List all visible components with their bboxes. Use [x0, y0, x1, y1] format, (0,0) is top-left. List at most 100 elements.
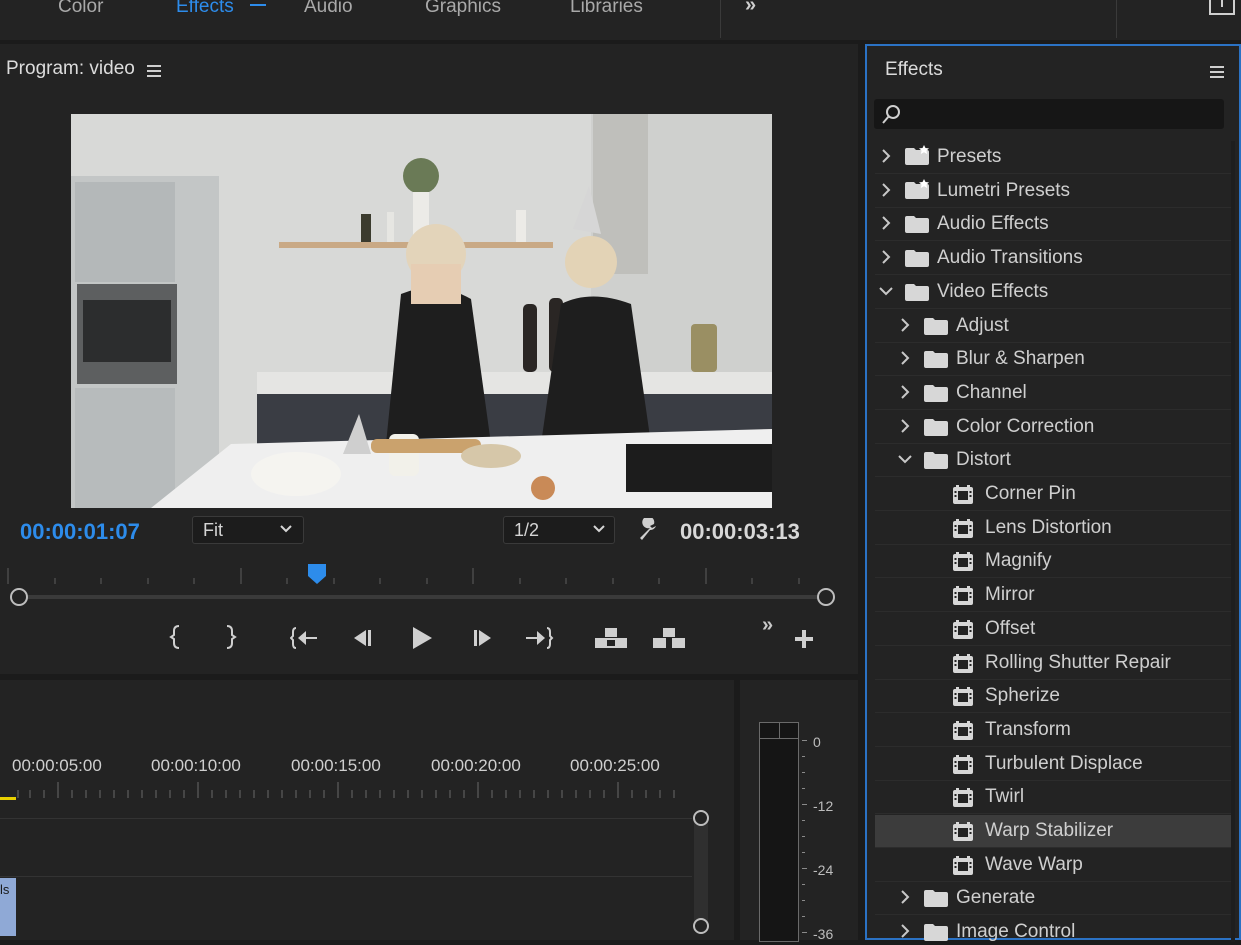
tree-item-audio-effects[interactable]: Audio Effects	[875, 208, 1231, 241]
peak-indicator-right[interactable]	[779, 723, 798, 739]
meter-label: 0	[813, 734, 821, 750]
tree-item-transform[interactable]: Transform	[875, 714, 1231, 747]
tree-item-offset[interactable]: Offset	[875, 613, 1231, 646]
chevron-right-icon[interactable]	[879, 214, 893, 232]
panel-menu-icon[interactable]	[147, 64, 161, 77]
tree-item-label: Rolling Shutter Repair	[985, 652, 1171, 673]
video-clip[interactable]: ls	[0, 878, 16, 936]
video-effect-icon	[953, 822, 973, 841]
workspace-tab-libraries[interactable]: Libraries	[570, 0, 643, 18]
video-frame[interactable]	[71, 114, 772, 508]
chevron-right-icon[interactable]	[879, 147, 893, 165]
tree-item-wave-warp[interactable]: Wave Warp	[875, 849, 1231, 882]
go-to-out-icon[interactable]	[524, 626, 554, 655]
tree-item-video-effects[interactable]: Video Effects	[875, 276, 1231, 309]
more-workspaces-icon[interactable]: »	[745, 0, 756, 17]
effects-search-field[interactable]	[874, 99, 1224, 129]
folder-icon	[905, 250, 929, 267]
workspace-tab-effects[interactable]: Effects	[176, 0, 234, 18]
workspace-tab-audio[interactable]: Audio	[304, 0, 353, 18]
tree-item-audio-transitions[interactable]: Audio Transitions	[875, 242, 1231, 275]
workspace-tab-graphics[interactable]: Graphics	[425, 0, 501, 18]
audio-meter-panel: 0 -12 -24 -36	[740, 680, 858, 942]
mark-out-icon[interactable]	[222, 624, 238, 655]
video-effect-icon	[953, 687, 973, 706]
current-time-display[interactable]: 00:00:01:07	[20, 519, 140, 545]
share-icon[interactable]	[1209, 0, 1235, 16]
tree-item-warp-stabilizer[interactable]: Warp Stabilizer	[875, 815, 1231, 848]
tree-item-presets[interactable]: Presets	[875, 141, 1231, 174]
workspace-tab-color[interactable]: Color	[58, 0, 103, 18]
track-divider	[0, 818, 692, 819]
divider	[1116, 0, 1117, 38]
meter-label: -24	[813, 862, 834, 878]
tree-item-blur-sharpen[interactable]: Blur & Sharpen	[875, 343, 1231, 376]
step-forward-icon[interactable]	[470, 628, 496, 653]
chevron-right-icon[interactable]	[879, 248, 893, 266]
tree-item-channel[interactable]: Channel	[875, 377, 1231, 410]
tree-item-spherize[interactable]: Spherize	[875, 680, 1231, 713]
video-effect-icon	[953, 519, 973, 538]
add-button-icon[interactable]	[793, 628, 815, 655]
wrench-settings-icon[interactable]	[636, 516, 660, 547]
chevron-right-icon[interactable]	[898, 383, 912, 401]
tree-item-lumetri-presets[interactable]: Lumetri Presets	[875, 175, 1231, 208]
go-to-in-icon[interactable]	[289, 626, 320, 655]
tree-item-distort[interactable]: Distort	[875, 444, 1231, 477]
chevron-right-icon[interactable]	[898, 316, 912, 334]
tree-item-label: Magnify	[985, 550, 1052, 571]
chevron-right-icon[interactable]	[898, 888, 912, 906]
tree-item-magnify[interactable]: Magnify	[875, 545, 1231, 578]
tree-item-image-control[interactable]: Image Control	[875, 916, 1231, 942]
peak-indicator-left[interactable]	[760, 723, 780, 739]
chevron-right-icon[interactable]	[879, 181, 893, 199]
video-effect-icon	[953, 788, 973, 807]
tree-item-label: Mirror	[985, 584, 1035, 605]
scroll-handle-bottom[interactable]	[693, 918, 709, 934]
panel-menu-icon[interactable]	[1210, 65, 1224, 83]
tree-item-corner-pin[interactable]: Corner Pin	[875, 478, 1231, 511]
zoom-select[interactable]: Fit	[192, 516, 304, 544]
tree-item-adjust[interactable]: Adjust	[875, 310, 1231, 343]
tree-item-label: Wave Warp	[985, 854, 1083, 875]
tree-item-color-correction[interactable]: Color Correction	[875, 411, 1231, 444]
workspace-menu-icon[interactable]	[250, 0, 266, 12]
preset-folder-icon	[905, 179, 929, 199]
folder-icon	[924, 452, 948, 469]
chevron-right-icon[interactable]	[898, 417, 912, 435]
lift-icon[interactable]	[594, 626, 628, 655]
chevron-right-icon[interactable]	[898, 922, 912, 940]
scroll-handle-top[interactable]	[693, 810, 709, 826]
timeline-ruler[interactable]	[0, 780, 690, 800]
effects-scrollbar[interactable]	[1231, 141, 1235, 942]
chevron-down-icon[interactable]	[879, 282, 893, 300]
zoom-handle-left[interactable]	[10, 588, 28, 606]
tree-item-mirror[interactable]: Mirror	[875, 579, 1231, 612]
tree-item-label: Lumetri Presets	[937, 180, 1071, 201]
tree-item-twirl[interactable]: Twirl	[875, 781, 1231, 814]
time-ruler[interactable]	[0, 564, 858, 586]
tree-item-rolling-shutter-repair[interactable]: Rolling Shutter Repair	[875, 647, 1231, 680]
tree-item-lens-distortion[interactable]: Lens Distortion	[875, 512, 1231, 545]
chevron-right-icon[interactable]	[898, 349, 912, 367]
extract-icon[interactable]	[652, 626, 686, 655]
tree-item-turbulent-displace[interactable]: Turbulent Displace	[875, 748, 1231, 781]
video-effect-icon	[953, 721, 973, 740]
chevron-down-icon[interactable]	[898, 450, 912, 468]
more-controls-icon[interactable]: »	[762, 614, 773, 637]
playhead[interactable]	[306, 564, 328, 586]
tree-item-label: Adjust	[956, 315, 1009, 336]
mark-in-icon[interactable]	[168, 624, 184, 655]
search-input[interactable]	[906, 102, 1220, 126]
zoom-handle-right[interactable]	[817, 588, 835, 606]
step-back-icon[interactable]	[350, 628, 376, 653]
zoom-scroll-track[interactable]	[18, 595, 826, 599]
tree-item-generate[interactable]: Generate	[875, 882, 1231, 915]
resolution-select[interactable]: 1/2	[503, 516, 615, 544]
ruler-label: 00:00:10:00	[151, 756, 241, 775]
tree-item-label: Lens Distortion	[985, 517, 1112, 538]
vertical-scrollbar[interactable]	[694, 810, 708, 928]
play-button[interactable]	[410, 625, 434, 656]
tree-item-label: Offset	[985, 618, 1036, 639]
tree-item-label: Corner Pin	[985, 483, 1076, 504]
